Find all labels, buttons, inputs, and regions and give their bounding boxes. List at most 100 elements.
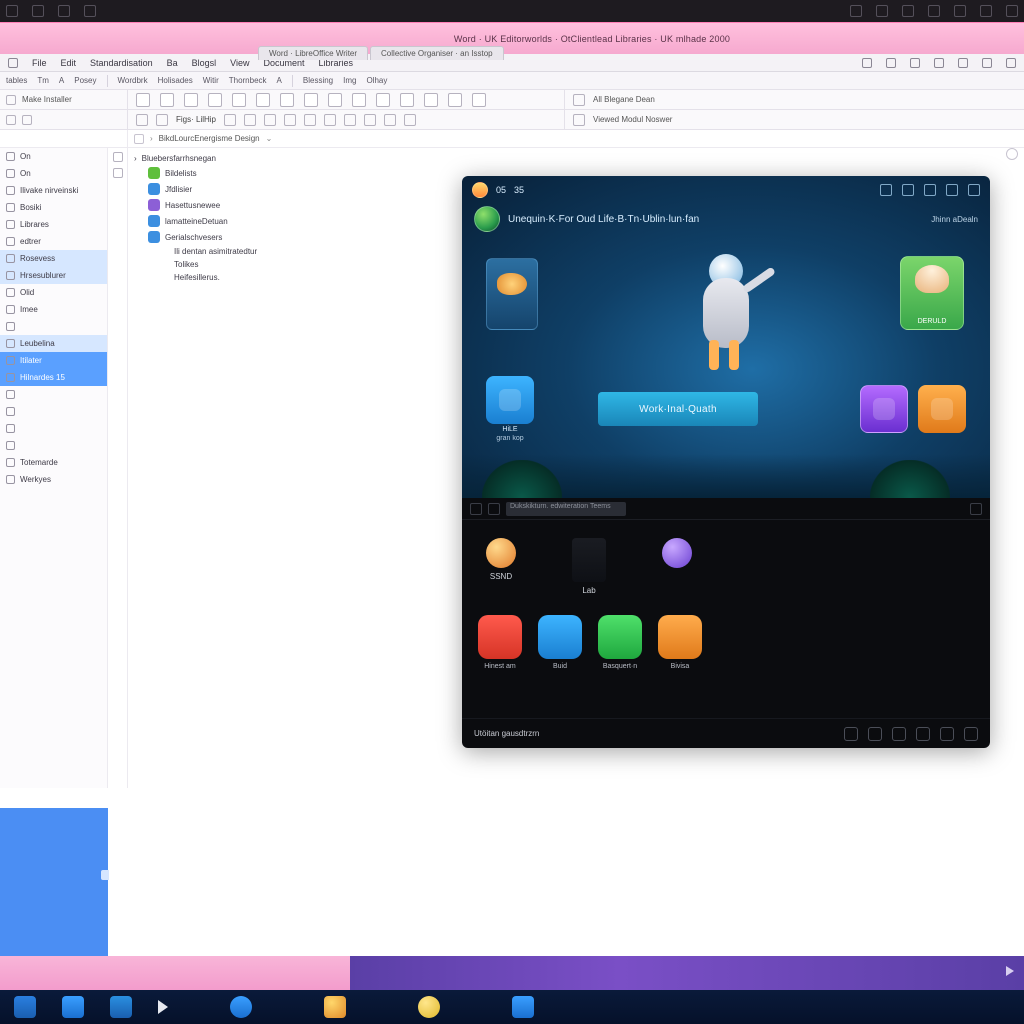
tool-icon[interactable] — [264, 114, 276, 126]
sidebar-item[interactable]: edtrer — [0, 233, 107, 250]
sidebar-item[interactable] — [0, 420, 107, 437]
sidebar-item[interactable] — [0, 386, 107, 403]
sidebar-item[interactable]: Olid — [0, 284, 107, 301]
footer-icon[interactable] — [892, 727, 906, 741]
toolbar-label[interactable]: Witir — [203, 76, 219, 85]
osbar-tray-icon[interactable] — [876, 5, 888, 17]
taskbar-app[interactable] — [62, 996, 84, 1018]
coin-icon[interactable] — [902, 184, 914, 196]
menu-item[interactable]: File — [32, 58, 47, 68]
ribbon-icon[interactable] — [113, 168, 123, 178]
chevron-down-icon[interactable]: ⌄ — [266, 134, 273, 143]
sidebar-item[interactable]: Itilater — [0, 352, 107, 369]
menu-action-icon[interactable] — [1006, 58, 1016, 68]
tool-icon[interactable] — [208, 93, 222, 107]
tool-icon[interactable] — [344, 114, 356, 126]
osbar-icon[interactable] — [6, 5, 18, 17]
globe-icon[interactable] — [474, 206, 500, 232]
tool-icon[interactable] — [232, 93, 246, 107]
sidebar-item[interactable]: Totemarde — [0, 454, 107, 471]
menu-icon[interactable] — [470, 503, 482, 515]
play-icon[interactable] — [1006, 966, 1014, 976]
tool-icon[interactable] — [22, 115, 32, 125]
window-tab[interactable]: Word · LibreOffice Writer — [258, 46, 368, 60]
bell-icon[interactable] — [880, 184, 892, 196]
expand-icon[interactable] — [970, 503, 982, 515]
footer-icon[interactable] — [868, 727, 882, 741]
tool-icon[interactable] — [304, 114, 316, 126]
menu-action-icon[interactable] — [958, 58, 968, 68]
sidebar-item[interactable]: Leubelina — [0, 335, 107, 352]
taskbar-app[interactable] — [110, 996, 132, 1018]
sidebar-item[interactable]: Bosiki — [0, 199, 107, 216]
tool-icon[interactable] — [280, 93, 294, 107]
window-icon[interactable] — [924, 184, 936, 196]
friend-item[interactable] — [662, 538, 692, 595]
app-icon[interactable] — [8, 58, 18, 68]
osbar-tray-icon[interactable] — [850, 5, 862, 17]
breadcrumb-path[interactable]: BikdLourcEnergisme Design — [159, 134, 260, 143]
taskbar-play-icon[interactable] — [158, 1000, 168, 1014]
app-tile[interactable]: Bivisa — [656, 615, 704, 670]
toolbar-label[interactable]: Olhay — [366, 76, 387, 85]
hero-tile-left[interactable]: HiLE gran kop — [486, 376, 534, 442]
toolbar-label[interactable]: Blessing — [303, 76, 333, 85]
tool-icon[interactable] — [136, 114, 148, 126]
search-input[interactable]: Dukskikturn. edwiteration Teems — [506, 502, 626, 516]
tool-icon[interactable] — [424, 93, 438, 107]
tool-icon[interactable] — [376, 93, 390, 107]
sidebar-item[interactable]: Werkyes — [0, 471, 107, 488]
tool-icon[interactable] — [256, 93, 270, 107]
ladder-icon[interactable] — [572, 538, 606, 582]
taskbar-app[interactable] — [512, 996, 534, 1018]
hero-card-right[interactable]: DERULD — [900, 256, 964, 330]
toolbar-label[interactable]: Holisades — [158, 76, 193, 85]
menu-item[interactable]: Ba — [167, 58, 178, 68]
sidebar-item[interactable] — [0, 437, 107, 454]
friend-item[interactable]: SSND — [486, 538, 516, 595]
tool-icon[interactable] — [352, 93, 366, 107]
osbar-tray-icon[interactable] — [928, 5, 940, 17]
profile-tab[interactable]: 35 — [514, 185, 524, 195]
menu-item[interactable]: Standardisation — [90, 58, 153, 68]
toolbar-label[interactable]: A — [277, 76, 282, 85]
tool-icon[interactable] — [573, 114, 585, 126]
footer-icon[interactable] — [916, 727, 930, 741]
taskbar-app[interactable] — [230, 996, 252, 1018]
hero-tile-purple[interactable] — [860, 385, 908, 433]
refresh-icon[interactable] — [1006, 148, 1018, 160]
osbar-icon[interactable] — [58, 5, 70, 17]
sidebar-item[interactable]: Hilnardes 15 — [0, 369, 107, 386]
tool-icon[interactable] — [400, 93, 414, 107]
osbar-icon[interactable] — [32, 5, 44, 17]
footer-icon[interactable] — [964, 727, 978, 741]
footer-icon[interactable] — [844, 727, 858, 741]
menu-action-icon[interactable] — [886, 58, 896, 68]
app-tile[interactable]: Basquert·n — [596, 615, 644, 670]
tool-icon[interactable] — [324, 114, 336, 126]
settings-icon[interactable] — [968, 184, 980, 196]
sidebar-item[interactable]: Hrsesublurer — [0, 267, 107, 284]
tool-icon[interactable] — [472, 93, 486, 107]
hero-card-left[interactable] — [486, 258, 538, 330]
avatar-icon[interactable] — [472, 182, 488, 198]
tree-root[interactable]: ›Bluebersfarrhsnegan — [134, 152, 1018, 165]
osbar-icon[interactable] — [84, 5, 96, 17]
taskbar-app[interactable] — [324, 996, 346, 1018]
ribbon-icon[interactable] — [113, 152, 123, 162]
osbar-tray-icon[interactable] — [1006, 5, 1018, 17]
menu-action-icon[interactable] — [934, 58, 944, 68]
menu-item[interactable]: View — [230, 58, 249, 68]
tool-icon[interactable] — [136, 93, 150, 107]
menu-item[interactable]: Edit — [61, 58, 77, 68]
menu-action-icon[interactable] — [910, 58, 920, 68]
sidebar-item[interactable]: Librares — [0, 216, 107, 233]
sidebar-item[interactable] — [0, 318, 107, 335]
footer-icon[interactable] — [940, 727, 954, 741]
tool-icon[interactable] — [448, 93, 462, 107]
toolbar-label[interactable]: Img — [343, 76, 356, 85]
tool-icon[interactable] — [284, 114, 296, 126]
tool-icon[interactable] — [6, 95, 16, 105]
tool-icon[interactable] — [404, 114, 416, 126]
sidebar-item[interactable]: Imee — [0, 301, 107, 318]
